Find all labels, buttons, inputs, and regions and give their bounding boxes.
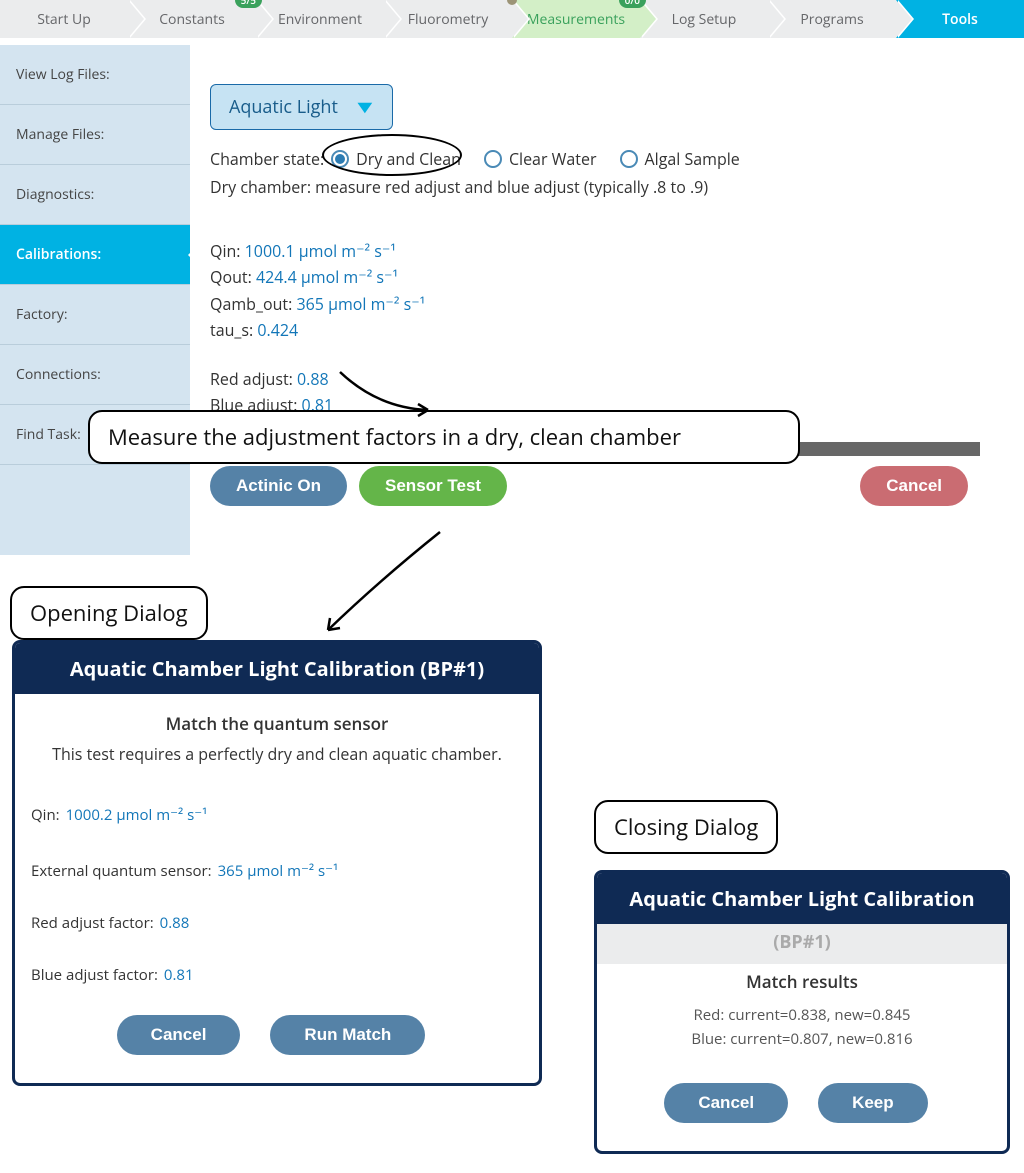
sidebar-item-manage-files[interactable]: Manage Files: — [0, 105, 190, 165]
badge-measurements: 0/0 — [619, 0, 646, 8]
match-results-heading: Match results — [613, 970, 991, 993]
sidebar-item-connections[interactable]: Connections: — [0, 345, 190, 405]
arrow-to-dialog — [320, 530, 450, 645]
sidebar-item-view-log[interactable]: View Log Files: — [0, 45, 190, 105]
dialog2-subtitle: (BP#1) — [597, 924, 1007, 964]
radio-algal-sample[interactable]: Algal Sample — [613, 148, 740, 170]
red-result: Red: current=0.838, new=0.845 — [613, 1005, 991, 1025]
sidebar-item-calibrations[interactable]: Calibrations: — [0, 225, 190, 285]
opening-dialog: Aquatic Chamber Light Calibration (BP#1)… — [12, 640, 542, 1086]
tab-measurements[interactable]: Measurements0/0 — [512, 0, 640, 38]
sidebar-item-diagnostics[interactable]: Diagnostics: — [0, 165, 190, 225]
annotation-closing: Closing Dialog — [594, 800, 778, 854]
chamber-state-row: Chamber state: Dry and Clean Clear Water… — [210, 148, 1024, 170]
annotation-opening: Opening Dialog — [10, 586, 208, 640]
chamber-state-label: Chamber state: — [210, 148, 324, 170]
tab-log-setup[interactable]: Log Setup — [640, 0, 768, 38]
top-nav: Start Up Constants5/5 Environment Fluoro… — [0, 0, 1024, 38]
tab-fluorometry[interactable]: Fluorometry — [384, 0, 512, 38]
sidebar: View Log Files: Manage Files: Diagnostic… — [0, 45, 190, 555]
annotation-main: Measure the adjustment factors in a dry,… — [88, 410, 800, 464]
tab-programs[interactable]: Programs — [768, 0, 896, 38]
stats-block: Qin: 1000.1 µmol m⁻² s⁻¹ Qout: 424.4 µmo… — [210, 238, 1024, 418]
dialog-subtitle: Match the quantum sensor — [31, 712, 523, 735]
dialog-note: This test requires a perfectly dry and c… — [31, 743, 523, 765]
dialog2-title: Aquatic Chamber Light Calibration — [597, 873, 1007, 924]
sidebar-item-factory[interactable]: Factory: — [0, 285, 190, 345]
button-row: Actinic On Sensor Test Cancel — [210, 466, 980, 506]
dialog-cancel-button[interactable]: Cancel — [117, 1015, 241, 1055]
tab-tools[interactable]: Tools — [896, 0, 1024, 38]
radio-clear-water[interactable]: Clear Water — [477, 148, 597, 170]
tab-constants[interactable]: Constants5/5 — [128, 0, 256, 38]
tab-environment[interactable]: Environment — [256, 0, 384, 38]
blue-result: Blue: current=0.807, new=0.816 — [613, 1029, 991, 1049]
radio-dry-clean[interactable]: Dry and Clean — [324, 148, 461, 170]
chevron-down-icon: ▼ — [352, 95, 377, 119]
dialog2-cancel-button[interactable]: Cancel — [664, 1083, 788, 1123]
keep-button[interactable]: Keep — [818, 1083, 928, 1123]
sensor-test-button[interactable]: Sensor Test — [359, 466, 507, 506]
chamber-hint: Dry chamber: measure red adjust and blue… — [210, 176, 1024, 198]
actinic-on-button[interactable]: Actinic On — [210, 466, 347, 506]
cancel-button[interactable]: Cancel — [860, 466, 968, 506]
badge-constants: 5/5 — [235, 0, 262, 8]
run-match-button[interactable]: Run Match — [270, 1015, 425, 1055]
aquatic-light-dropdown[interactable]: Aquatic Light▼ — [210, 84, 393, 130]
closing-dialog: Aquatic Chamber Light Calibration (BP#1)… — [594, 870, 1010, 1154]
tab-start-up[interactable]: Start Up — [0, 0, 128, 38]
dot-icon — [507, 0, 517, 5]
dialog-title: Aquatic Chamber Light Calibration (BP#1) — [15, 643, 539, 694]
